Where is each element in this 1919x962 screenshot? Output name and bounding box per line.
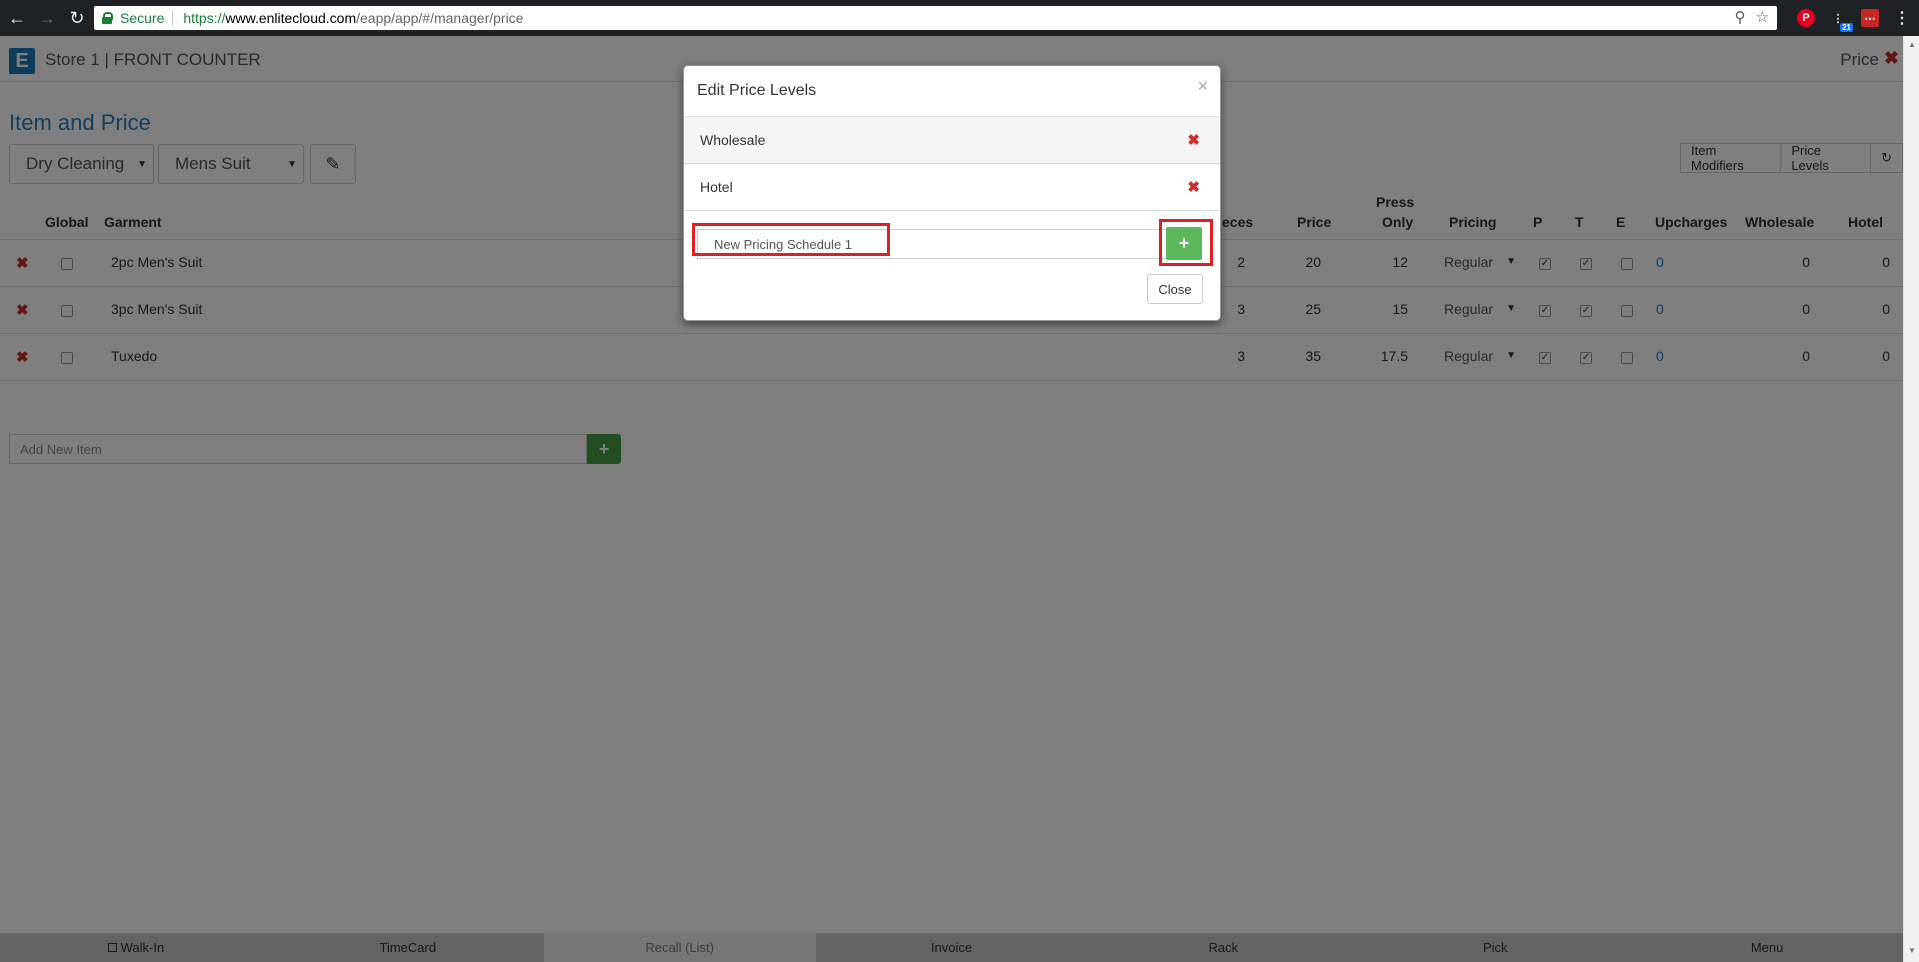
page-scrollbar[interactable]: ▲ ▼ [1903, 36, 1919, 962]
modal-header: Edit Price Levels × [684, 66, 1220, 117]
scroll-down-icon[interactable]: ▼ [1908, 946, 1916, 955]
delete-level-icon[interactable]: ✖ [1187, 131, 1200, 149]
bookmark-star-icon[interactable]: ☆ [1756, 8, 1769, 26]
pinterest-icon[interactable]: P [1797, 9, 1815, 27]
lock-icon [102, 12, 113, 24]
price-level-name[interactable]: Hotel [700, 179, 733, 195]
modal-title: Edit Price Levels [697, 82, 817, 99]
browser-toolbar: ← → ↻ Secure https:// www.enlitecloud.co… [0, 0, 1919, 36]
extension-badge: 21 [1840, 23, 1853, 32]
scroll-up-icon[interactable]: ▲ [1908, 40, 1916, 49]
back-arrow-icon[interactable]: ← [4, 5, 30, 31]
forward-arrow-icon[interactable]: → [34, 5, 60, 31]
reload-icon[interactable]: ↻ [64, 5, 90, 31]
url-host: www.enlitecloud.com [225, 10, 357, 26]
address-bar[interactable]: Secure https:// www.enlitecloud.com /eap… [94, 6, 1777, 30]
extension-icon[interactable]: ⋮ 21 [1829, 9, 1853, 32]
lastpass-icon[interactable]: ⋯ [1861, 9, 1879, 27]
browser-menu-icon[interactable]: ⋮ [1893, 9, 1911, 27]
close-icon[interactable]: × [1197, 76, 1208, 97]
highlight-box-input [692, 223, 890, 256]
url-path: /eapp/app/#/manager/price [356, 10, 524, 26]
secure-label: Secure [120, 10, 165, 26]
price-level-row: Wholesale ✖ [684, 117, 1220, 164]
highlight-box-add-button [1159, 219, 1213, 266]
delete-level-icon[interactable]: ✖ [1187, 178, 1200, 196]
url-scheme: https:// [183, 10, 226, 26]
close-button[interactable]: Close [1147, 274, 1203, 304]
omnibox-divider [172, 10, 174, 26]
edit-price-levels-modal: Edit Price Levels × Wholesale ✖ Hotel ✖ … [683, 65, 1221, 321]
price-level-name[interactable]: Wholesale [700, 132, 765, 148]
price-level-row: Hotel ✖ [684, 164, 1220, 211]
zoom-icon[interactable]: ⚲ [1735, 8, 1746, 26]
